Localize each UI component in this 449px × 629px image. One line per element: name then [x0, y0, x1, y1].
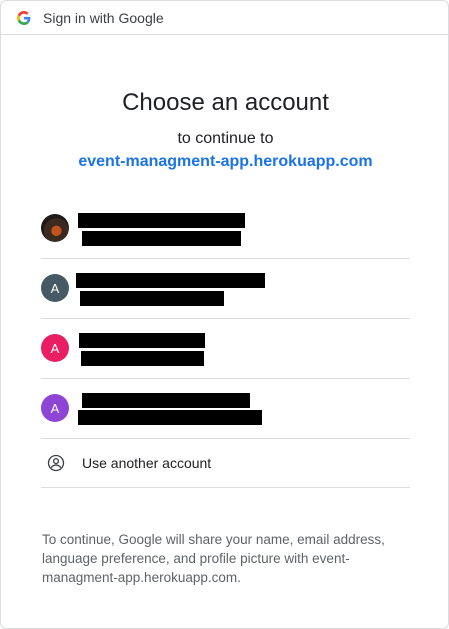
person-circle-icon — [47, 454, 65, 472]
avatar-letter: A — [50, 400, 60, 416]
google-g-icon — [17, 10, 31, 25]
account-avatar: A — [41, 394, 69, 422]
redacted-account-name — [78, 213, 245, 228]
redacted-account-name — [79, 333, 205, 348]
account-avatar-photo — [41, 214, 69, 242]
app-name-link[interactable]: event-managment-app.herokuapp.com — [1, 153, 448, 171]
page-title: Choose an account — [122, 89, 329, 116]
account-avatar: A — [41, 334, 69, 362]
use-another-account-button[interactable]: Use another account — [41, 439, 410, 488]
title-bar-label: Sign in with Google — [43, 9, 164, 26]
redacted-account-email — [80, 291, 224, 306]
sign-in-window: Sign in with Google Choose an account to… — [0, 0, 449, 629]
title-bar: Sign in with Google — [1, 1, 448, 35]
account-row-1[interactable] — [41, 199, 410, 259]
account-avatar: A — [41, 274, 69, 302]
use-another-account-label: Use another account — [82, 455, 212, 471]
avatar-letter: A — [50, 340, 60, 356]
redacted-account-email — [78, 410, 262, 425]
redacted-account-name — [82, 393, 250, 408]
page-subtitle: to continue to — [177, 130, 274, 147]
redacted-account-email — [82, 231, 241, 246]
account-row-3[interactable]: A — [41, 319, 410, 379]
account-row-4[interactable]: A — [41, 379, 410, 439]
privacy-note: To continue, Google will share your name… — [42, 532, 385, 585]
account-list: A A A Use another account — [41, 199, 410, 488]
account-row-2[interactable]: A — [41, 259, 410, 319]
redacted-account-email — [81, 351, 204, 366]
avatar-letter: A — [50, 280, 60, 296]
redacted-account-name — [76, 273, 265, 288]
